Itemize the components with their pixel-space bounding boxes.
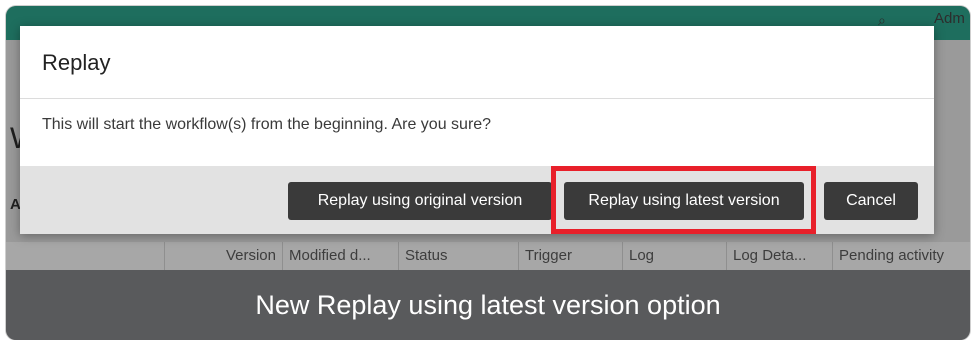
caption-text: New Replay using latest version option <box>255 289 721 320</box>
column-header-log-details[interactable]: Log Deta... <box>726 242 832 270</box>
column-header-version[interactable]: Version <box>164 242 282 270</box>
user-menu[interactable]: Adm <box>934 10 970 30</box>
column-header-status[interactable]: Status <box>398 242 518 270</box>
dialog-message: This will start the workflow(s) from the… <box>42 116 492 133</box>
replay-original-version-button[interactable]: Replay using original version <box>288 182 552 220</box>
dialog-title: Replay <box>42 50 111 75</box>
column-header-trigger[interactable]: Trigger <box>518 242 622 270</box>
column-header-modified[interactable]: Modified d... <box>282 242 398 270</box>
highlight-box <box>551 166 816 234</box>
cancel-button[interactable]: Cancel <box>824 182 918 220</box>
column-header-pending-activity[interactable]: Pending activity <box>832 242 970 270</box>
caption-bar: New Replay using latest version option <box>6 270 970 340</box>
dialog-divider <box>20 98 934 99</box>
column-header-log[interactable]: Log <box>622 242 726 270</box>
replay-dialog: Replay This will start the workflow(s) f… <box>20 26 934 234</box>
